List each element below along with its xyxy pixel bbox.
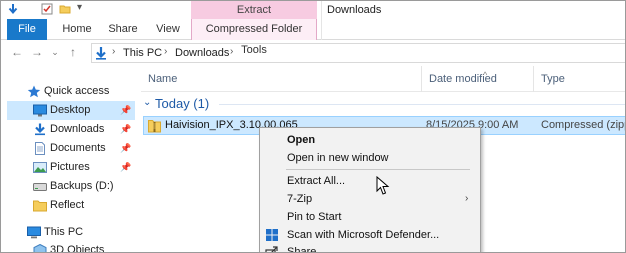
tab-file[interactable]: File [7, 19, 47, 40]
navigation-bar: ← → ⌄ ↑ › This PC › Downloads › [1, 40, 625, 66]
properties-icon[interactable] [41, 3, 53, 15]
group-divider [219, 104, 625, 105]
group-label: Today (1) [155, 96, 210, 111]
column-header-type[interactable]: Type [533, 66, 625, 92]
pin-icon[interactable]: 📌 [120, 101, 131, 120]
defender-icon [266, 229, 278, 241]
sidebar-item-label: Downloads [50, 123, 105, 135]
share-icon [265, 246, 278, 252]
menu-item-label: Open in new window [287, 152, 389, 164]
sidebar-item-label: Quick access [44, 85, 110, 97]
menu-separator [286, 169, 470, 170]
back-arrow-icon[interactable]: ← [9, 44, 25, 60]
tab-share[interactable]: Share [101, 19, 145, 40]
pin-icon[interactable]: 📌 [120, 158, 131, 177]
menu-item-label: Extract All... [287, 175, 346, 187]
context-tab-group-label: Extract [191, 1, 317, 19]
sidebar-item-reflect[interactable]: Reflect [7, 196, 135, 215]
drive-icon [33, 183, 47, 191]
menu-item-label: Open [287, 134, 316, 146]
navigation-pane: Quick access Desktop 📌 Downloads 📌 Docum… [1, 66, 141, 253]
sidebar-item-desktop[interactable]: Desktop 📌 [7, 101, 135, 120]
recent-locations-icon[interactable]: ⌄ [47, 44, 63, 60]
star-icon [27, 85, 41, 98]
context-menu: Open Open in new window Extract All... 7… [259, 127, 481, 253]
column-header-name[interactable]: Name [141, 66, 421, 92]
menu-item-share[interactable]: Share [260, 243, 480, 253]
menu-item-extract-all[interactable]: Extract All... [260, 172, 480, 190]
sidebar-item-label: This PC [44, 226, 84, 238]
sidebar-item-label: Desktop [50, 104, 91, 116]
breadcrumb-downloads[interactable]: Downloads [175, 47, 229, 59]
mouse-cursor-icon [376, 176, 390, 195]
sidebar-item-this-pc[interactable]: This PC [7, 223, 135, 242]
download-location-icon [96, 47, 106, 60]
menu-item-7-zip[interactable]: 7-Zip › [260, 190, 480, 208]
up-arrow-icon[interactable]: ↑ [65, 44, 81, 60]
sidebar-item-label: Documents [50, 142, 106, 154]
column-header-date-modified[interactable]: Date modified [421, 66, 533, 92]
menu-item-pin-to-start[interactable]: Pin to Start [260, 208, 480, 226]
file-type: Compressed (zipp... [541, 119, 625, 131]
ribbon-divider [321, 1, 322, 40]
zip-folder-icon [148, 120, 161, 133]
cube-icon [33, 244, 47, 252]
ribbon-tabs: File Home Share View Compressed Folder T… [1, 19, 625, 56]
document-icon [35, 142, 45, 155]
window-title: Downloads [327, 4, 382, 16]
menu-item-open-in-new-window[interactable]: Open in new window [260, 149, 480, 167]
sidebar-item-backups[interactable]: Backups (D:) [7, 177, 135, 196]
breadcrumb-separator-icon[interactable]: › [164, 46, 167, 57]
sidebar-item-pictures[interactable]: Pictures 📌 [7, 158, 135, 177]
new-folder-icon[interactable] [59, 3, 71, 15]
qat-dropdown-icon[interactable]: ▾ [77, 2, 82, 13]
menu-item-label: Share [287, 246, 317, 253]
pin-icon[interactable]: 📌 [120, 120, 131, 139]
menu-item-label: Scan with Microsoft Defender... [287, 229, 440, 241]
forward-arrow-icon[interactable]: → [29, 44, 45, 60]
column-headers: Name Date modified Type ^ [141, 66, 625, 92]
sidebar-item-label: Backups (D:) [50, 180, 114, 192]
sidebar-item-label: Reflect [50, 199, 85, 211]
folder-icon [33, 200, 47, 212]
download-arrow-icon [35, 123, 45, 136]
down-arrow-icon[interactable] [7, 3, 19, 15]
explorer-window: ▾ Extract Downloads File Home Share View… [0, 0, 626, 253]
tab-view[interactable]: View [147, 19, 189, 40]
breadcrumb-separator-icon[interactable]: › [230, 46, 233, 57]
tab-compressed-folder-tools[interactable]: Compressed Folder Tools [191, 19, 317, 56]
menu-item-scan-with-defender[interactable]: Scan with Microsoft Defender... [260, 226, 480, 244]
sort-caret-icon: ^ [483, 70, 488, 80]
breadcrumb-separator-icon[interactable]: › [112, 46, 115, 57]
sidebar-item-downloads[interactable]: Downloads 📌 [7, 120, 135, 139]
group-header-today[interactable]: ⌄ Today (1) [141, 95, 625, 113]
sidebar-item-3d-objects[interactable]: 3D Objects [7, 241, 135, 253]
computer-icon [27, 226, 41, 239]
chevron-down-icon[interactable]: ⌄ [143, 97, 151, 108]
breadcrumb-this-pc[interactable]: This PC [123, 47, 162, 59]
menu-item-label: 7-Zip [287, 193, 313, 205]
submenu-arrow-icon: › [465, 193, 469, 204]
desktop-icon [33, 104, 47, 117]
menu-item-open[interactable]: Open [260, 131, 480, 149]
sidebar-item-quick-access[interactable]: Quick access [7, 82, 135, 101]
pin-icon[interactable]: 📌 [120, 139, 131, 158]
sidebar-item-label: 3D Objects [50, 244, 105, 253]
address-bar[interactable]: › This PC › Downloads › [91, 43, 625, 63]
sidebar-item-label: Pictures [50, 161, 90, 173]
picture-icon [33, 162, 47, 173]
sidebar-item-documents[interactable]: Documents 📌 [7, 139, 135, 158]
menu-item-label: Pin to Start [287, 211, 342, 223]
quick-access-toolbar: ▾ [1, 1, 191, 19]
tab-home[interactable]: Home [55, 19, 99, 40]
